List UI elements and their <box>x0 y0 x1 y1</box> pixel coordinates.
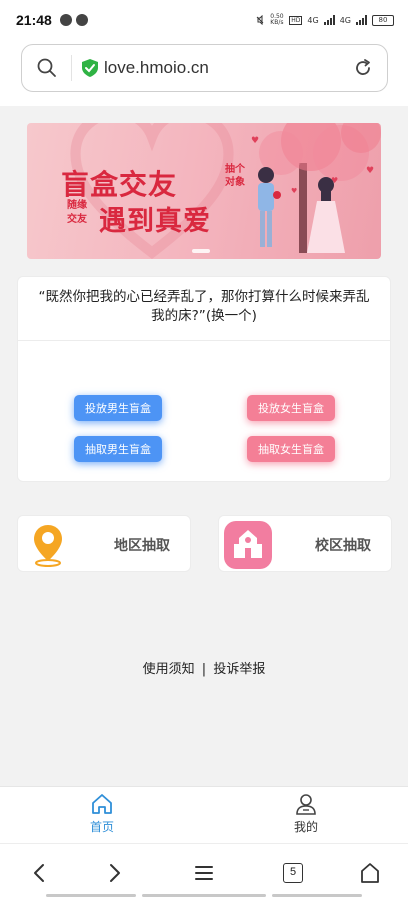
banner-title-line2: 遇到真爱 <box>99 206 211 237</box>
svg-text:♥: ♥ <box>291 187 297 195</box>
carousel-indicator <box>192 249 210 253</box>
terms-link[interactable]: 使用须知 <box>143 662 195 677</box>
tab-count: 5 <box>289 866 297 878</box>
get-female-box-button[interactable]: 抽取女生盲盒 <box>247 436 335 462</box>
gesture-bar-right <box>272 894 362 897</box>
put-female-box-button[interactable]: 投放女生盲盒 <box>247 395 335 421</box>
signal-icon-2 <box>356 15 367 25</box>
search-icon <box>37 58 56 77</box>
address-bar[interactable]: love.hmoio.cn <box>21 44 388 92</box>
gesture-bar-left <box>46 894 136 897</box>
browser-nav-bar: 5 <box>0 843 408 900</box>
campus-draw-tile[interactable]: 校区抽取 <box>218 515 392 572</box>
bottom-tab-bar: 首页 我的 <box>0 786 408 843</box>
wechat-icon <box>75 14 88 26</box>
tab-count-icon: 5 <box>283 863 303 883</box>
quote-box: “既然你把我的心已经弄乱了，那你打算什么时候来弄乱我的床?”(换一个) <box>18 277 390 341</box>
tab-home[interactable]: 首页 <box>72 793 132 835</box>
campus-icon <box>224 521 272 569</box>
back-button[interactable] <box>26 860 52 886</box>
status-right: 0.50 KB/s HD 4G 4G 80 <box>255 14 394 26</box>
footer-separator: | <box>201 662 207 677</box>
shield-icon <box>82 59 98 77</box>
url-text[interactable]: love.hmoio.cn <box>104 58 209 78</box>
quote-text: “既然你把我的心已经弄乱了，那你打算什么时候来弄乱我的床?” <box>38 289 370 324</box>
page-content: 盲盒交友 抽个对象 随缘交友 遇到真爱 ♥ ♥ ♥ ♥ “既然你把我的心已经弄乱… <box>0 106 408 786</box>
location-pin-icon <box>34 525 62 567</box>
user-icon <box>296 794 316 815</box>
network-label: 4G <box>307 15 319 25</box>
battery-icon: 80 <box>372 14 394 26</box>
couple-illustration: ♥ ♥ ♥ ♥ <box>251 123 381 253</box>
status-time: 21:48 <box>16 12 52 28</box>
chevron-left-icon <box>34 864 44 882</box>
svg-text:♥: ♥ <box>251 136 259 146</box>
put-male-box-button[interactable]: 投放男生盲盒 <box>74 395 162 421</box>
mute-icon <box>256 15 264 25</box>
status-bar: 21:48 0.50 KB/s HD 4G 4G 80 <box>0 0 408 40</box>
home-outline-icon <box>361 863 379 883</box>
report-link[interactable]: 投诉举报 <box>213 662 265 677</box>
hd-icon: HD <box>289 15 303 25</box>
notification-icon <box>59 14 72 26</box>
home-icon <box>92 794 112 814</box>
signal-icon <box>323 15 335 25</box>
gesture-bar-center <box>142 894 266 897</box>
tab-mine-label: 我的 <box>293 820 318 834</box>
chevron-right-icon <box>110 864 120 882</box>
tabs-button[interactable]: 5 <box>280 860 306 886</box>
svg-text:♥: ♥ <box>366 166 374 176</box>
refresh-quote-link[interactable]: (换一个) <box>206 308 257 324</box>
search-button[interactable] <box>22 55 72 81</box>
tab-home-label: 首页 <box>89 820 114 834</box>
banner-small-text2: 随缘交友 <box>67 200 87 225</box>
tab-mine[interactable]: 我的 <box>276 793 336 835</box>
home-button[interactable] <box>357 860 383 886</box>
campus-draw-label: 校区抽取 <box>315 538 371 554</box>
browser-toolbar: love.hmoio.cn <box>0 40 408 106</box>
forward-button[interactable] <box>102 860 128 886</box>
footer-links: 使用须知 | 投诉举报 <box>0 658 408 677</box>
menu-icon <box>195 866 213 880</box>
network-label-2: 4G <box>339 15 351 25</box>
blind-box-card: “既然你把我的心已经弄乱了，那你打算什么时候来弄乱我的床?”(换一个) 投放男生… <box>17 276 391 482</box>
get-male-box-button[interactable]: 抽取男生盲盒 <box>74 436 162 462</box>
promo-banner[interactable]: 盲盒交友 抽个对象 随缘交友 遇到真爱 ♥ ♥ ♥ ♥ <box>27 123 381 259</box>
network-speed: 0.50 KB/s <box>270 13 284 26</box>
region-draw-label: 地区抽取 <box>114 538 170 554</box>
banner-title-line1: 盲盒交友 <box>61 168 178 201</box>
menu-button[interactable] <box>191 860 217 886</box>
reload-icon[interactable] <box>353 58 373 78</box>
region-draw-tile[interactable]: 地区抽取 <box>17 515 191 572</box>
